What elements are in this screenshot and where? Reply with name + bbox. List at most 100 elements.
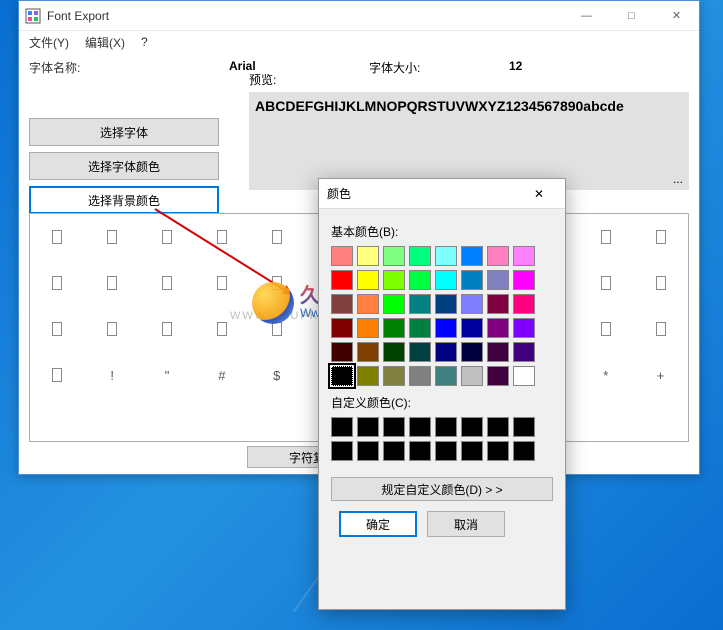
select-font-color-button[interactable]: 选择字体颜色 [29,152,219,180]
ok-button[interactable]: 确定 [339,511,417,537]
color-swatch[interactable] [409,294,431,314]
glyph-cell[interactable] [633,306,688,352]
color-swatch[interactable] [487,366,509,386]
color-swatch[interactable] [461,342,483,362]
color-swatch[interactable] [409,318,431,338]
color-swatch[interactable] [435,246,457,266]
color-swatch[interactable] [409,342,431,362]
custom-color-swatch[interactable] [435,441,457,461]
glyph-cell[interactable] [633,260,688,306]
color-swatch[interactable] [357,294,379,314]
color-swatch[interactable] [487,294,509,314]
color-swatch[interactable] [357,318,379,338]
glyph-cell[interactable] [578,214,633,260]
glyph-char-cell[interactable]: ! [85,352,140,398]
color-swatch[interactable] [331,294,353,314]
glyph-cell[interactable] [578,306,633,352]
color-swatch[interactable] [383,366,405,386]
color-swatch[interactable] [331,270,353,290]
define-custom-color-button[interactable]: 规定自定义颜色(D) > > [331,477,553,501]
color-swatch[interactable] [461,270,483,290]
custom-color-swatch[interactable] [487,441,509,461]
glyph-cell[interactable] [30,260,85,306]
color-swatch[interactable] [331,318,353,338]
color-swatch[interactable] [487,342,509,362]
color-swatch[interactable] [435,366,457,386]
glyph-cell[interactable] [194,260,249,306]
color-swatch[interactable] [513,246,535,266]
custom-color-swatch[interactable] [383,417,405,437]
color-swatch[interactable] [331,366,353,386]
glyph-char-cell[interactable]: * [578,352,633,398]
custom-color-swatch[interactable] [409,417,431,437]
color-swatch[interactable] [383,246,405,266]
custom-color-swatch[interactable] [357,417,379,437]
glyph-char-cell[interactable]: $ [249,352,304,398]
color-swatch[interactable] [357,366,379,386]
glyph-cell[interactable] [633,214,688,260]
glyph-cell[interactable] [249,214,304,260]
select-font-button[interactable]: 选择字体 [29,118,219,146]
glyph-cell[interactable] [30,306,85,352]
color-swatch[interactable] [383,294,405,314]
color-swatch[interactable] [357,270,379,290]
color-swatch[interactable] [383,318,405,338]
color-swatch[interactable] [435,318,457,338]
custom-color-swatch[interactable] [435,417,457,437]
custom-color-swatch[interactable] [513,441,535,461]
color-swatch[interactable] [409,366,431,386]
color-swatch[interactable] [513,342,535,362]
glyph-cell[interactable] [85,214,140,260]
glyph-cell[interactable] [85,306,140,352]
custom-color-swatch[interactable] [331,441,353,461]
menu-file[interactable]: 文件(Y) [25,32,73,53]
color-swatch[interactable] [513,294,535,314]
color-swatch[interactable] [461,246,483,266]
menu-edit[interactable]: 编辑(X) [81,32,129,53]
color-swatch[interactable] [409,246,431,266]
color-swatch[interactable] [409,270,431,290]
ellipsis-button[interactable]: ... [665,170,691,188]
glyph-cell[interactable] [140,260,195,306]
color-dialog-close-button[interactable]: ✕ [521,180,557,208]
maximize-button[interactable]: □ [609,1,654,30]
color-swatch[interactable] [487,270,509,290]
custom-color-swatch[interactable] [331,417,353,437]
glyph-cell[interactable] [578,260,633,306]
color-swatch[interactable] [461,366,483,386]
minimize-button[interactable]: — [564,1,609,30]
custom-color-swatch[interactable] [487,417,509,437]
custom-color-swatch[interactable] [409,441,431,461]
color-swatch[interactable] [383,270,405,290]
custom-color-swatch[interactable] [513,417,535,437]
color-swatch[interactable] [383,342,405,362]
color-swatch[interactable] [435,294,457,314]
color-swatch[interactable] [331,246,353,266]
color-swatch[interactable] [513,270,535,290]
color-swatch[interactable] [461,294,483,314]
color-swatch[interactable] [487,246,509,266]
color-swatch[interactable] [513,318,535,338]
glyph-char-cell[interactable]: + [633,352,688,398]
color-swatch[interactable] [513,366,535,386]
menu-help[interactable]: ? [137,33,152,51]
glyph-char-cell[interactable] [30,352,85,398]
custom-color-swatch[interactable] [461,441,483,461]
color-swatch[interactable] [435,270,457,290]
custom-color-swatch[interactable] [357,441,379,461]
glyph-cell[interactable] [85,260,140,306]
color-swatch[interactable] [331,342,353,362]
color-swatch[interactable] [357,342,379,362]
custom-color-swatch[interactable] [461,417,483,437]
cancel-button[interactable]: 取消 [427,511,505,537]
glyph-cell[interactable] [30,214,85,260]
glyph-cell[interactable] [140,306,195,352]
close-button[interactable]: ✕ [654,1,699,30]
color-swatch[interactable] [357,246,379,266]
color-swatch[interactable] [461,318,483,338]
select-bg-color-button[interactable]: 选择背景颜色 [29,186,219,214]
glyph-char-cell[interactable]: " [140,352,195,398]
color-swatch[interactable] [435,342,457,362]
glyph-char-cell[interactable]: # [194,352,249,398]
custom-color-swatch[interactable] [383,441,405,461]
